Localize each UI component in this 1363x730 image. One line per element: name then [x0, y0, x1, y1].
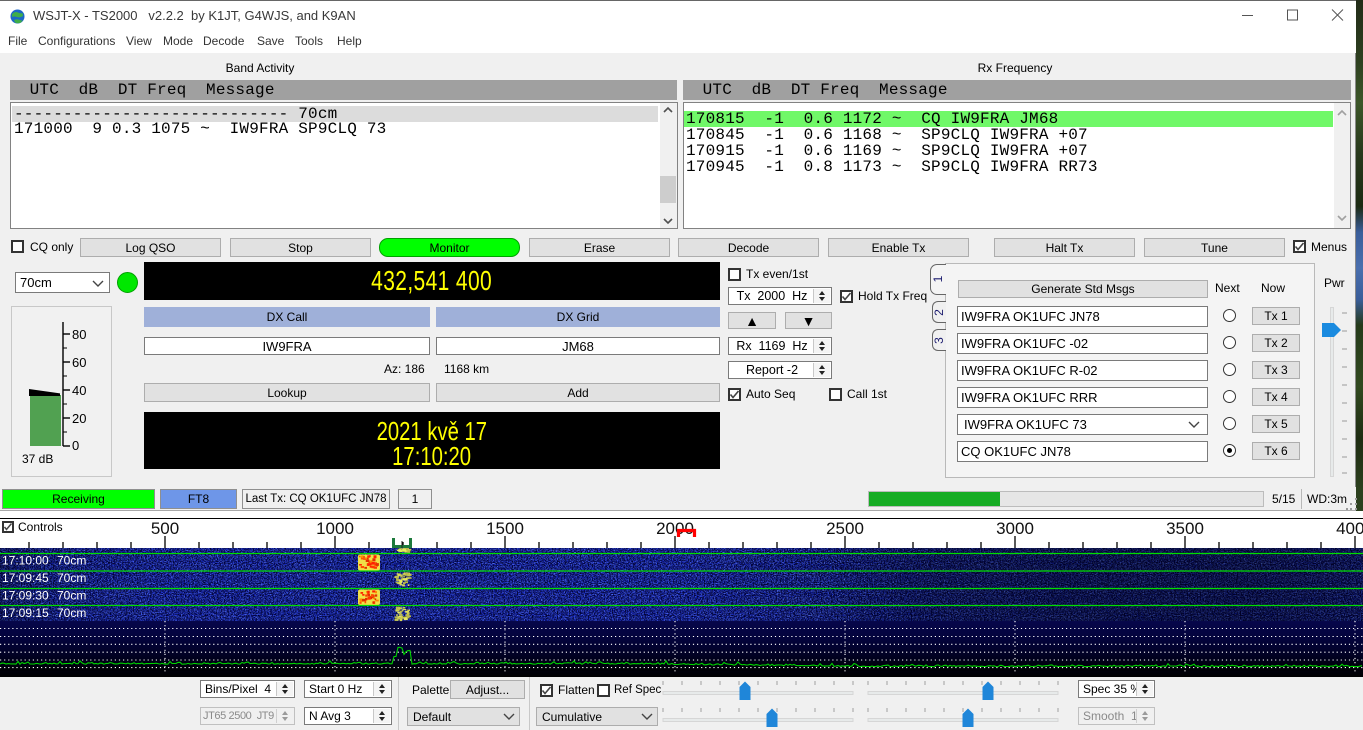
- svg-text:0: 0: [72, 438, 79, 450]
- svg-text:17:09:15: 17:09:15: [2, 606, 49, 620]
- svg-text:80: 80: [72, 327, 86, 342]
- svg-text:3500: 3500: [1166, 519, 1204, 538]
- svg-text:70cm: 70cm: [57, 589, 86, 603]
- svg-text:20: 20: [72, 411, 86, 426]
- svg-text:70cm: 70cm: [57, 571, 86, 585]
- svg-text:60: 60: [72, 355, 86, 370]
- svg-text:17:09:45: 17:09:45: [2, 571, 49, 585]
- svg-text:17:10:00: 17:10:00: [2, 554, 49, 568]
- svg-text:2500: 2500: [826, 519, 864, 538]
- svg-text:500: 500: [151, 519, 179, 538]
- svg-text:2000: 2000: [656, 519, 694, 538]
- svg-text:3000: 3000: [996, 519, 1034, 538]
- svg-text:1000: 1000: [316, 519, 354, 538]
- svg-text:17:09:30: 17:09:30: [2, 589, 49, 603]
- svg-text:4000: 4000: [1336, 519, 1363, 538]
- svg-text:40: 40: [72, 383, 86, 398]
- svg-text:1500: 1500: [486, 519, 524, 538]
- svg-text:70cm: 70cm: [57, 606, 86, 620]
- svg-text:70cm: 70cm: [57, 554, 86, 568]
